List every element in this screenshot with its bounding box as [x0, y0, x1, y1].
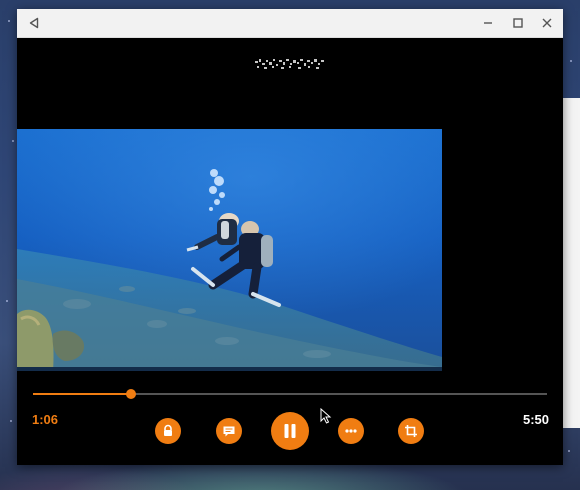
maximize-button[interactable] [507, 13, 529, 33]
crop-icon [405, 425, 417, 437]
current-time: 1:06 [32, 412, 59, 427]
video-frame[interactable] [17, 129, 442, 371]
minimize-icon [484, 22, 492, 24]
seek-progress [33, 393, 131, 395]
mouse-pointer [320, 407, 332, 429]
subtitles-button[interactable] [216, 418, 242, 444]
maximize-icon [513, 18, 523, 28]
total-duration: 5:50 [522, 412, 549, 427]
media-title [253, 53, 327, 75]
aspect-ratio-button[interactable] [398, 418, 424, 444]
back-icon [29, 17, 39, 29]
cursor-arrow-icon [320, 407, 332, 424]
lock-icon [164, 424, 172, 436]
seek-bar[interactable] [33, 387, 547, 401]
back-button[interactable] [23, 13, 45, 33]
pause-button[interactable] [271, 412, 309, 450]
minimize-button[interactable] [477, 13, 499, 33]
underwater-diver-scene [17, 129, 442, 371]
title-bar [17, 9, 563, 38]
close-button[interactable] [536, 13, 558, 33]
media-player-window: 1:06 5:50 [17, 9, 563, 465]
more-options-button[interactable] [338, 418, 364, 444]
subtitles-icon [223, 426, 235, 437]
obscured-title-noise [255, 59, 324, 69]
background-window-edge [562, 98, 580, 428]
pause-icon [284, 424, 296, 438]
seek-thumb[interactable] [125, 389, 136, 399]
more-dots-icon [345, 429, 357, 433]
close-icon [542, 18, 552, 28]
lock-button[interactable] [155, 418, 181, 444]
